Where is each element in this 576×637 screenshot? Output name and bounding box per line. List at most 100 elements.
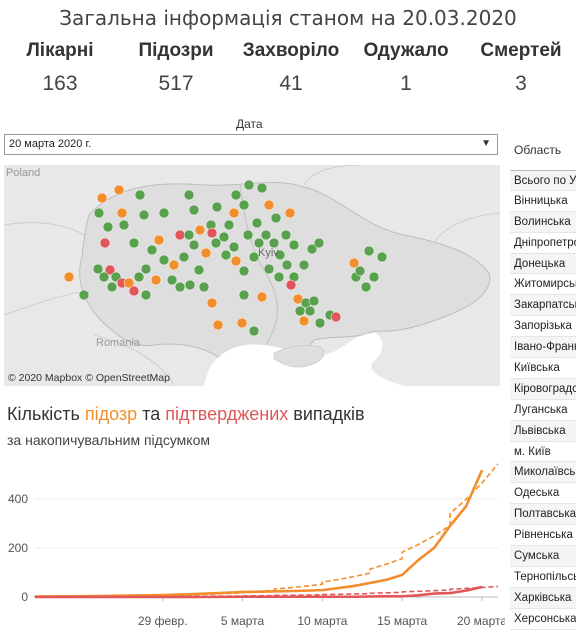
map-marker[interactable]: [153, 234, 165, 246]
map-marker[interactable]: [200, 247, 212, 259]
map-marker[interactable]: [96, 192, 108, 204]
map-marker[interactable]: [99, 237, 111, 249]
map-marker[interactable]: [158, 254, 170, 266]
map-marker[interactable]: [288, 239, 300, 251]
map-marker[interactable]: [193, 264, 205, 276]
region-list-item[interactable]: Запорізька: [510, 316, 576, 338]
map-canvas[interactable]: [4, 165, 500, 386]
region-list-item[interactable]: Дніпропетровська: [510, 233, 576, 254]
region-list-item[interactable]: Харківська: [510, 587, 576, 609]
region-list-item[interactable]: Київська: [510, 358, 576, 379]
map-marker[interactable]: [174, 229, 186, 241]
map-marker[interactable]: [280, 229, 292, 241]
map-marker[interactable]: [230, 189, 242, 201]
map-marker[interactable]: [376, 251, 388, 263]
map-marker[interactable]: [63, 271, 75, 283]
map-marker[interactable]: [212, 319, 224, 331]
region-list-item[interactable]: Одеська: [510, 483, 576, 505]
region-list-item[interactable]: Закарпатська: [510, 295, 576, 317]
date-dropdown[interactable]: 20 марта 2020 г. ▼: [4, 134, 498, 155]
region-list-item[interactable]: Полтавська: [510, 504, 576, 526]
region-list-item[interactable]: Львівська: [510, 420, 576, 442]
region-list-item[interactable]: Херсонська: [510, 609, 576, 630]
map-marker[interactable]: [113, 184, 125, 196]
map-marker[interactable]: [260, 229, 272, 241]
region-list-item[interactable]: Івано-Франківська: [510, 337, 576, 359]
map-marker[interactable]: [178, 251, 190, 263]
map-marker[interactable]: [263, 199, 275, 211]
map-marker[interactable]: [116, 207, 128, 219]
map-marker[interactable]: [243, 179, 255, 191]
map-marker[interactable]: [150, 274, 162, 286]
region-list-item[interactable]: Рівненська: [510, 525, 576, 547]
region-list-item[interactable]: Луганська: [510, 400, 576, 421]
map-marker[interactable]: [166, 274, 178, 286]
map-marker[interactable]: [138, 209, 150, 221]
region-list-item[interactable]: Всього по Україні: [510, 170, 576, 191]
map-marker[interactable]: [128, 237, 140, 249]
map-marker[interactable]: [174, 281, 186, 293]
region-list-item[interactable]: Волинська: [510, 211, 576, 233]
region-list-item[interactable]: Кіровоградська: [510, 378, 576, 400]
map-marker[interactable]: [330, 311, 342, 323]
region-list-item[interactable]: Миколаївська: [510, 462, 576, 484]
region-list-item[interactable]: Вінницька: [510, 191, 576, 212]
ukraine-map[interactable]: Poland Romania Kyiv © 2020 Mapbox © Open…: [4, 165, 500, 386]
map-marker[interactable]: [223, 219, 235, 231]
map-marker[interactable]: [242, 229, 254, 241]
map-marker[interactable]: [128, 285, 140, 297]
map-marker[interactable]: [298, 259, 310, 271]
map-marker[interactable]: [281, 259, 293, 271]
map-marker[interactable]: [228, 207, 240, 219]
map-marker[interactable]: [248, 325, 260, 337]
region-list-item[interactable]: Тернопільська: [510, 567, 576, 588]
map-marker[interactable]: [134, 189, 146, 201]
map-marker[interactable]: [118, 219, 130, 231]
map-marker[interactable]: [363, 245, 375, 257]
map-marker[interactable]: [211, 201, 223, 213]
map-marker[interactable]: [78, 289, 90, 301]
map-marker[interactable]: [368, 271, 380, 283]
map-marker[interactable]: [270, 212, 282, 224]
map-marker[interactable]: [140, 263, 152, 275]
map-marker[interactable]: [236, 317, 248, 329]
map-marker[interactable]: [106, 281, 118, 293]
map-marker[interactable]: [238, 265, 250, 277]
map-marker[interactable]: [146, 244, 158, 256]
map-marker[interactable]: [298, 315, 310, 327]
map-marker[interactable]: [183, 189, 195, 201]
dropdown-arrow-icon[interactable]: ▼: [481, 138, 491, 149]
map-marker[interactable]: [238, 289, 250, 301]
map-marker[interactable]: [230, 255, 242, 267]
map-marker[interactable]: [220, 249, 232, 261]
map-marker[interactable]: [184, 279, 196, 291]
map-marker[interactable]: [188, 204, 200, 216]
map-marker[interactable]: [294, 305, 306, 317]
map-marker[interactable]: [188, 239, 200, 251]
map-marker[interactable]: [183, 229, 195, 241]
map-marker[interactable]: [308, 295, 320, 307]
map-marker[interactable]: [140, 289, 152, 301]
map-marker[interactable]: [273, 271, 285, 283]
region-list-item[interactable]: м. Київ: [510, 442, 576, 463]
map-marker[interactable]: [158, 207, 170, 219]
map-marker[interactable]: [256, 182, 268, 194]
map-marker[interactable]: [238, 199, 250, 211]
map-marker[interactable]: [133, 271, 145, 283]
map-marker[interactable]: [256, 291, 268, 303]
region-list-item[interactable]: Донецька: [510, 253, 576, 275]
map-marker[interactable]: [194, 224, 206, 236]
map-marker[interactable]: [313, 237, 325, 249]
map-marker[interactable]: [168, 259, 180, 271]
map-marker[interactable]: [206, 297, 218, 309]
map-marker[interactable]: [314, 317, 326, 329]
map-marker[interactable]: [284, 207, 296, 219]
map-marker[interactable]: [102, 221, 114, 233]
map-marker[interactable]: [98, 271, 110, 283]
map-marker[interactable]: [206, 227, 218, 239]
map-marker[interactable]: [304, 305, 316, 317]
region-list-item[interactable]: Житомирська: [510, 274, 576, 296]
map-marker[interactable]: [251, 217, 263, 229]
map-marker[interactable]: [93, 207, 105, 219]
map-marker[interactable]: [198, 281, 210, 293]
